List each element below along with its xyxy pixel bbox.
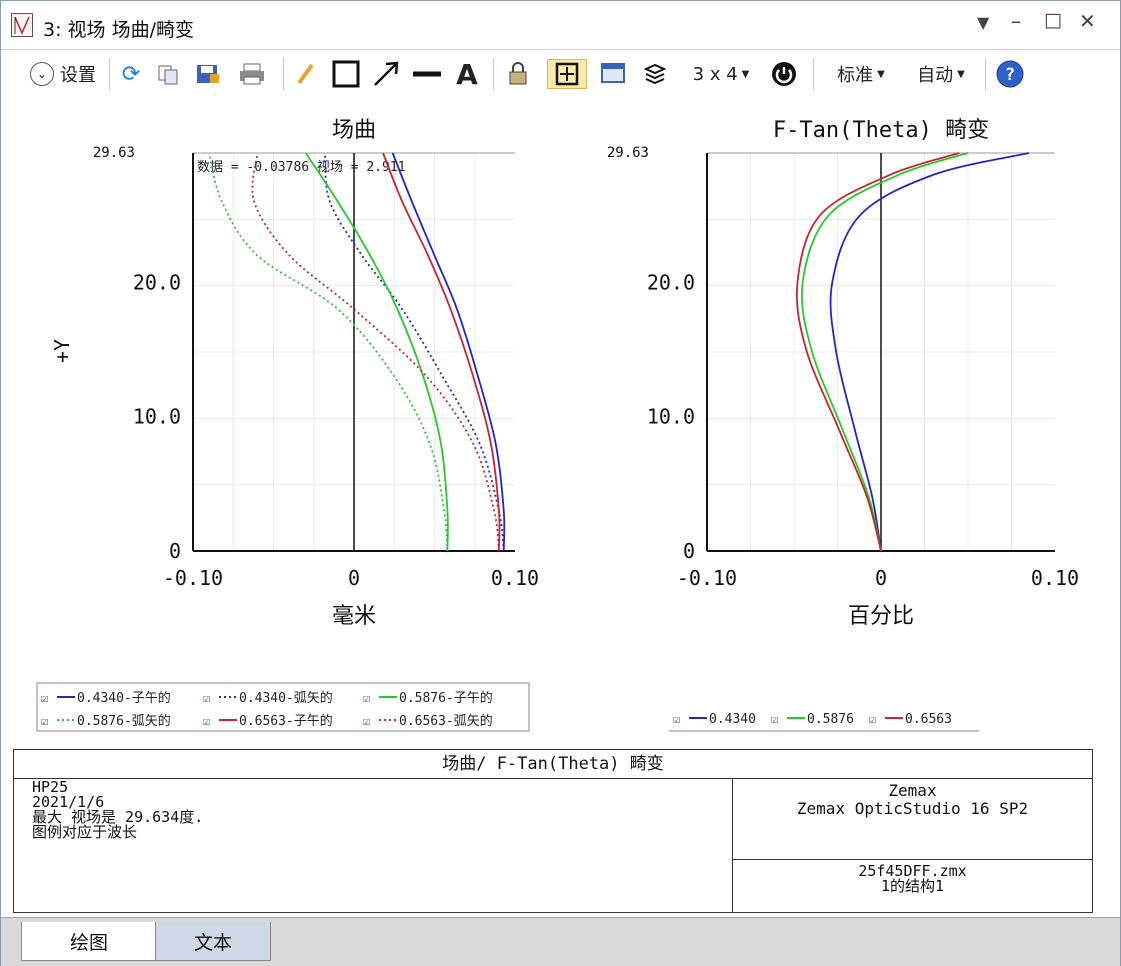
x-tick-label: -0.10	[163, 566, 223, 590]
window-menu-chevron-icon[interactable]: ▼	[977, 13, 989, 32]
title-bar: 3: 视场 场曲/畸变 ▼ – □ ✕	[1, 1, 1120, 50]
window-layout-icon[interactable]	[597, 59, 629, 89]
y-tick-label: 10.0	[647, 405, 695, 429]
dropdown-arrow-icon: ▼	[741, 68, 750, 80]
legend-label: 0.4340-子午的	[77, 690, 171, 706]
settings-label: 设置	[60, 65, 96, 86]
x-tick-label: -0.10	[677, 566, 737, 590]
x-axis-label: 百分比	[848, 604, 914, 629]
info-company: Zemax	[888, 781, 937, 800]
arrow-icon[interactable]	[369, 59, 403, 89]
power-icon[interactable]	[767, 59, 801, 89]
chevron-down-circle-icon: ⌄	[30, 62, 54, 86]
grid-size-label: 3 x 4	[692, 63, 738, 85]
toolbar: ⌄ 设置 ⟳ A 3 x 4 ▼ 标准 ▼ 自动 ▼ ?	[1, 50, 1120, 100]
chart-title: 场曲	[332, 118, 376, 143]
save-image-icon[interactable]	[193, 59, 223, 89]
print-icon[interactable]	[235, 59, 269, 89]
info-title: 场曲/ F-Tan(Theta) 畸变	[14, 750, 1092, 779]
y-axis-label: +Y	[50, 339, 74, 363]
grid-size-dropdown[interactable]: 3 x 4 ▼	[685, 59, 757, 89]
auto-dropdown[interactable]: 自动 ▼	[905, 59, 977, 89]
legend-label: 0.5876-弧矢的	[77, 713, 171, 729]
x-tick-label: 0.10	[1031, 566, 1079, 590]
standard-dropdown[interactable]: 标准 ▼	[825, 59, 897, 89]
plot-area: 场曲毫米 29.63 -0.10 0 0.10 0 10.0 20.0 +Y 数据 = -0.03…	[1, 101, 1111, 746]
close-icon[interactable]: ✕	[1079, 9, 1096, 33]
legend-label: 0.5876	[807, 712, 854, 727]
info-config: 1的结构1	[880, 877, 945, 895]
text-tool-icon[interactable]: A	[451, 58, 483, 91]
cursor-readout: 数据 = -0.03786 视场 = 2.911	[197, 160, 406, 175]
tab-plot[interactable]: 绘图	[21, 922, 157, 961]
dropdown-arrow-icon: ▼	[877, 68, 885, 80]
legend-checkbox-icon: ☑	[363, 714, 370, 728]
help-icon[interactable]: ?	[993, 59, 1027, 89]
layers-icon[interactable]	[639, 59, 671, 89]
y-tick-label: 10.0	[133, 405, 181, 429]
lock-icon[interactable]	[501, 59, 535, 89]
y-tick-label: 20.0	[647, 270, 695, 294]
legend-label: 0.6563	[905, 712, 952, 727]
x-tick-label: 0.10	[491, 566, 539, 590]
rectangle-icon[interactable]	[329, 59, 363, 89]
legend-checkbox-icon: ☑	[869, 712, 876, 726]
svg-text:?: ?	[1005, 65, 1015, 85]
tab-text[interactable]: 文本	[155, 922, 271, 961]
legend-checkbox-icon: ☑	[41, 691, 48, 705]
fit-view-icon[interactable]	[547, 59, 587, 89]
refresh-icon[interactable]: ⟳	[117, 59, 145, 89]
line-icon[interactable]	[409, 59, 445, 89]
y-max-label: 29.63	[93, 145, 135, 161]
pencil-icon[interactable]	[291, 59, 321, 89]
y-tick-label: 20.0	[133, 270, 181, 294]
maximize-icon[interactable]: □	[1044, 9, 1062, 31]
legend-label: 0.5876-子午的	[399, 690, 493, 706]
legend-checkbox-icon: ☑	[41, 714, 48, 728]
dropdown-arrow-icon: ▼	[957, 68, 965, 80]
x-axis-label: 毫米	[332, 604, 376, 629]
auto-label: 自动	[917, 65, 954, 86]
info-line: 图例对应于波长	[32, 823, 138, 841]
chart-title: F-Tan(Theta) 畸变	[773, 118, 989, 143]
legend-checkbox-icon: ☑	[363, 691, 370, 705]
copy-icon[interactable]	[153, 59, 183, 89]
info-product: Zemax OpticStudio 16 SP2	[796, 799, 1029, 818]
x-tick-label: 0	[348, 566, 360, 590]
analysis-window: 3: 视场 场曲/畸变 ▼ – □ ✕ ⌄ 设置 ⟳ A 3 x 4 ▼ 标准 …	[0, 0, 1121, 966]
legend-checkbox-icon: ☑	[203, 714, 210, 728]
settings-button[interactable]: ⌄ 设置	[15, 59, 111, 89]
legend-checkbox-icon: ☑	[203, 691, 210, 705]
y-tick-label: 0	[169, 539, 181, 563]
window-icon	[11, 13, 33, 37]
info-company-block: Zemax Zemax OpticStudio 16 SP2	[733, 778, 1092, 860]
legend-label: 0.4340-弧矢的	[239, 690, 333, 706]
y-max-label: 29.63	[607, 145, 649, 161]
legend-label: 0.4340	[709, 712, 756, 727]
info-left-text: HP25 2021/1/6 最大 视场是 29.634度. 图例对应于波长	[32, 780, 203, 840]
info-box: 场曲/ F-Tan(Theta) 畸变 HP25 2021/1/6 最大 视场是…	[13, 749, 1093, 913]
standard-label: 标准	[837, 65, 874, 86]
y-tick-label: 0	[683, 539, 695, 563]
legend-checkbox-icon: ☑	[771, 712, 778, 726]
info-file-block: 25f45DFF.zmx 1的结构1	[733, 861, 1092, 911]
plots-svg: 场曲毫米 29.63 -0.10 0 0.10 0 10.0 20.0 +Y 数据 = -0.03…	[36, 118, 1079, 732]
window-title: 3: 视场 场曲/畸变	[43, 19, 194, 41]
legend-label: 0.6563-弧矢的	[399, 713, 493, 729]
tab-bar: 绘图 文本	[1, 917, 1120, 966]
minimize-icon[interactable]: –	[1011, 9, 1021, 33]
legend-checkbox-icon: ☑	[673, 712, 680, 726]
legend-label: 0.6563-子午的	[239, 713, 333, 729]
x-tick-label: 0	[875, 566, 887, 590]
